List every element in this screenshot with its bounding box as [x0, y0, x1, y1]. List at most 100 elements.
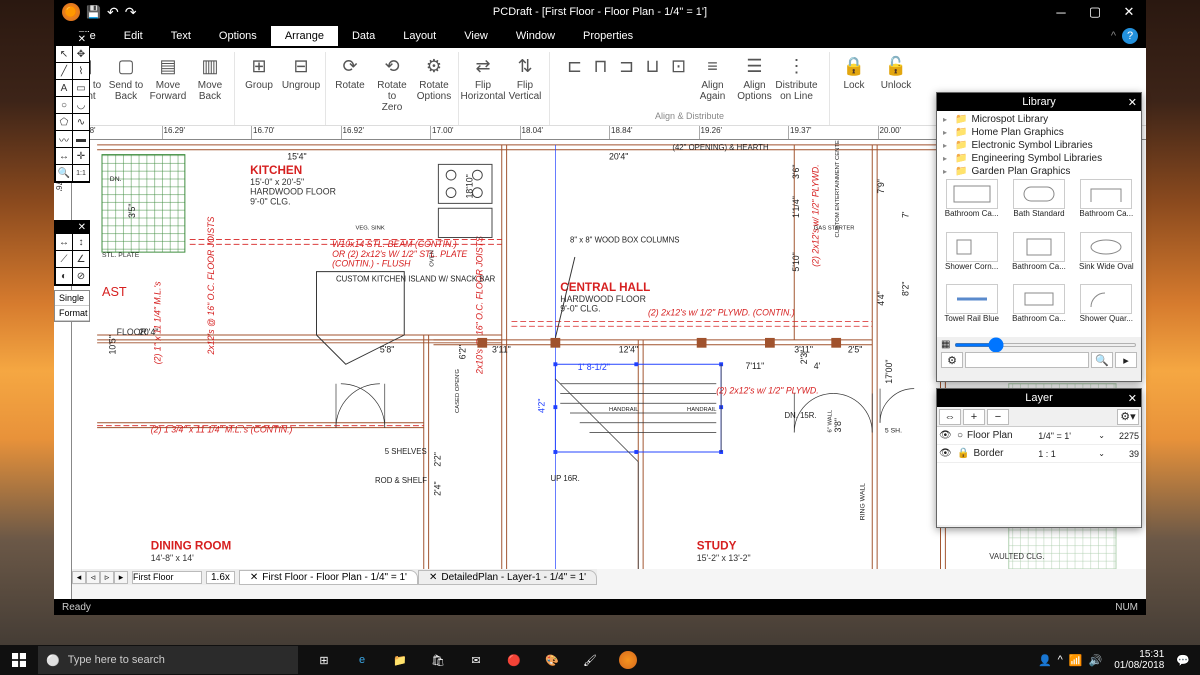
layer-list[interactable]: 👁 ○ Floor Plan 1/4" = 1'⌄ 2275 👁 🔒 Borde…: [937, 427, 1141, 525]
rotate-button[interactable]: ⟳Rotate: [330, 52, 370, 93]
mail-icon[interactable]: ✉: [458, 645, 494, 675]
sheet-nav[interactable]: ◂◃▹▸: [72, 571, 128, 584]
menu-properties[interactable]: Properties: [569, 26, 647, 46]
zoom-tool[interactable]: 🔍: [56, 165, 72, 181]
pcdraft-icon[interactable]: [610, 645, 646, 675]
grid-icon[interactable]: ▦: [941, 339, 950, 350]
task-view-icon[interactable]: ⊞: [306, 645, 342, 675]
tray-people-icon[interactable]: 👤: [1038, 654, 1052, 667]
send-to-back-button[interactable]: ▢Send to Back: [106, 52, 146, 104]
library-search-icon[interactable]: 🔍: [1091, 352, 1113, 368]
rotate-zero-button[interactable]: ⟲Rotate to Zero: [372, 52, 412, 115]
explorer-icon[interactable]: 📁: [382, 645, 418, 675]
group-button[interactable]: ⊞Group: [239, 52, 279, 93]
close-button[interactable]: ✕: [1112, 0, 1146, 24]
angle-tool[interactable]: ∠: [73, 251, 89, 267]
move-forward-button[interactable]: ▤Move Forward: [148, 52, 188, 104]
help-button[interactable]: ?: [1122, 28, 1138, 44]
lock-button[interactable]: 🔒Lock: [834, 52, 874, 93]
eye-icon[interactable]: 👁: [939, 430, 953, 441]
polyline-tool[interactable]: ⌇: [73, 63, 89, 79]
menu-view[interactable]: View: [450, 26, 502, 46]
align-left-button[interactable]: ⊏: [563, 52, 587, 82]
undo-icon[interactable]: ↶: [107, 4, 119, 21]
app2-icon[interactable]: 🖌: [572, 645, 608, 675]
lock-icon[interactable]: 1:1: [73, 165, 89, 181]
chrome-icon[interactable]: 🔴: [496, 645, 532, 675]
tray-up-icon[interactable]: ^: [1058, 654, 1063, 666]
layer-remove-button[interactable]: −: [987, 409, 1009, 425]
menu-text[interactable]: Text: [157, 26, 205, 46]
library-zoom-slider[interactable]: [954, 343, 1137, 347]
store-icon[interactable]: 🛍: [420, 645, 456, 675]
minimize-button[interactable]: ─: [1044, 0, 1078, 24]
mode-format[interactable]: Format: [55, 306, 89, 321]
rect-tool[interactable]: ▭: [73, 80, 89, 96]
align-center-button[interactable]: ⊓: [589, 52, 613, 82]
sheet-tab-2[interactable]: ✕DetailedPlan - Layer-1 - 1/4" = 1': [418, 570, 597, 585]
adim-tool[interactable]: ⟋: [56, 251, 72, 267]
dim-tool[interactable]: ↔: [56, 148, 72, 164]
align-middle-button[interactable]: ⊡: [667, 52, 691, 82]
menu-edit[interactable]: Edit: [110, 26, 157, 46]
distribute-button[interactable]: ⋮Distribute on Line: [777, 52, 817, 104]
redo-icon[interactable]: ↷: [125, 4, 137, 21]
circle-tool[interactable]: ○: [56, 97, 72, 113]
toolbox-close-icon[interactable]: ✕: [78, 34, 86, 46]
align-options-button[interactable]: ☰Align Options: [735, 52, 775, 104]
collapse-ribbon-icon[interactable]: ^: [1111, 30, 1116, 42]
curve-tool[interactable]: ∿: [73, 114, 89, 130]
layer-link-icon[interactable]: ⇔: [939, 409, 961, 425]
library-close-icon[interactable]: ✕: [1128, 96, 1137, 109]
menu-arrange[interactable]: Arrange: [271, 26, 338, 46]
pointer-tool[interactable]: ↖: [56, 46, 72, 62]
wall-tool[interactable]: ▬: [73, 131, 89, 147]
taskbar-search[interactable]: ⚪Type here to search: [38, 646, 298, 674]
align-again-button[interactable]: ≡Align Again: [693, 52, 733, 104]
align-right-button[interactable]: ⊐: [615, 52, 639, 82]
maximize-button[interactable]: ▢: [1078, 0, 1112, 24]
align-top-button[interactable]: ⊔: [641, 52, 665, 82]
radius-tool[interactable]: ◐: [56, 268, 72, 284]
layer-close-icon[interactable]: ✕: [1128, 392, 1137, 405]
start-button[interactable]: [0, 645, 38, 675]
flip-v-button[interactable]: ⇅Flip Vertical: [505, 52, 545, 104]
tray-network-icon[interactable]: 📶: [1069, 654, 1083, 667]
text-tool[interactable]: A: [56, 80, 72, 96]
layer-lock-icon[interactable]: 🔒: [957, 448, 969, 459]
rotate-options-button[interactable]: ⚙Rotate Options: [414, 52, 454, 104]
poly-tool[interactable]: ⬠: [56, 114, 72, 130]
save-icon[interactable]: 💾: [86, 5, 101, 19]
unlock-button[interactable]: 🔓Unlock: [876, 52, 916, 93]
line-tool[interactable]: ╱: [56, 63, 72, 79]
library-search-input[interactable]: [965, 352, 1089, 368]
library-tree[interactable]: ▸📁Microspot Library ▸📁Home Plan Graphics…: [937, 111, 1141, 177]
ungroup-button[interactable]: ⊟Ungroup: [281, 52, 321, 93]
toolbox2-close-icon[interactable]: ✕: [78, 222, 86, 234]
diameter-tool[interactable]: ⊘: [73, 268, 89, 284]
hdim-tool[interactable]: ↔: [56, 234, 72, 250]
edge-icon[interactable]: e: [344, 645, 380, 675]
menu-data[interactable]: Data: [338, 26, 389, 46]
eye-icon[interactable]: 👁: [939, 448, 953, 459]
layer-lock-icon[interactable]: ○: [957, 430, 963, 441]
freehand-tool[interactable]: 〰: [56, 131, 72, 147]
menu-window[interactable]: Window: [502, 26, 569, 46]
mode-single[interactable]: Single: [55, 291, 89, 306]
flip-h-button[interactable]: ⇄Flip Horizontal: [463, 52, 503, 104]
move-tool[interactable]: ✥: [73, 46, 89, 62]
layer-settings-icon[interactable]: ⚙▾: [1117, 409, 1139, 425]
menu-layout[interactable]: Layout: [389, 26, 450, 46]
library-settings-icon[interactable]: ⚙: [941, 352, 963, 368]
move-back-button[interactable]: ▥Move Back: [190, 52, 230, 104]
layer-add-button[interactable]: +: [963, 409, 985, 425]
vdim-tool[interactable]: ↕: [73, 234, 89, 250]
arc-tool[interactable]: ◡: [73, 97, 89, 113]
library-add-icon[interactable]: ▸: [1115, 352, 1137, 368]
sheet-tab-1[interactable]: ✕First Floor - Floor Plan - 1/4" = 1': [239, 570, 418, 585]
point-tool[interactable]: ✛: [73, 148, 89, 164]
taskbar-clock[interactable]: 15:3101/08/2018: [1108, 649, 1170, 671]
app1-icon[interactable]: 🎨: [534, 645, 570, 675]
notifications-icon[interactable]: 💬: [1176, 654, 1190, 667]
menu-options[interactable]: Options: [205, 26, 271, 46]
